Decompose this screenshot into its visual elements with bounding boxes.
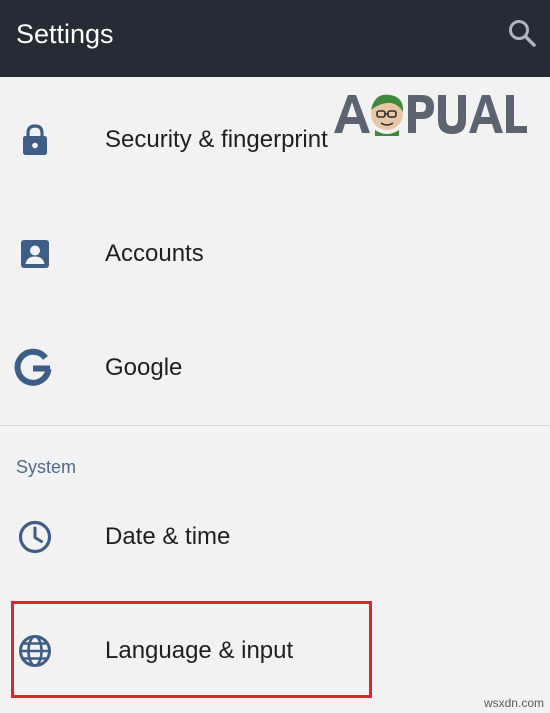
search-button[interactable] bbox=[505, 16, 539, 50]
setting-item-google[interactable]: Google bbox=[0, 311, 550, 425]
settings-screen: Settings Security & fingerprint Accounts… bbox=[0, 0, 550, 713]
setting-item-label: Language & input bbox=[105, 637, 294, 664]
setting-item-security[interactable]: Security & fingerprint bbox=[0, 83, 550, 197]
clock-icon bbox=[14, 516, 56, 558]
account-box-icon bbox=[14, 233, 56, 275]
setting-item-language-input[interactable]: Language & input bbox=[0, 594, 550, 708]
setting-item-label: Date & time bbox=[105, 523, 231, 550]
footer-watermark: wsxdn.com bbox=[483, 696, 544, 710]
google-g-icon bbox=[10, 345, 56, 391]
setting-item-date-time[interactable]: Date & time bbox=[0, 480, 550, 594]
setting-item-label: Google bbox=[105, 354, 183, 381]
globe-icon bbox=[14, 630, 56, 672]
section-header-system: System bbox=[16, 457, 77, 477]
setting-item-label: Accounts bbox=[105, 240, 204, 267]
section-divider bbox=[0, 425, 550, 426]
page-title: Settings bbox=[16, 19, 114, 49]
app-bar: Settings bbox=[0, 0, 550, 77]
search-icon bbox=[509, 20, 536, 47]
setting-item-accounts[interactable]: Accounts bbox=[0, 197, 550, 311]
setting-item-label: Security & fingerprint bbox=[105, 126, 328, 153]
lock-icon bbox=[14, 119, 56, 161]
